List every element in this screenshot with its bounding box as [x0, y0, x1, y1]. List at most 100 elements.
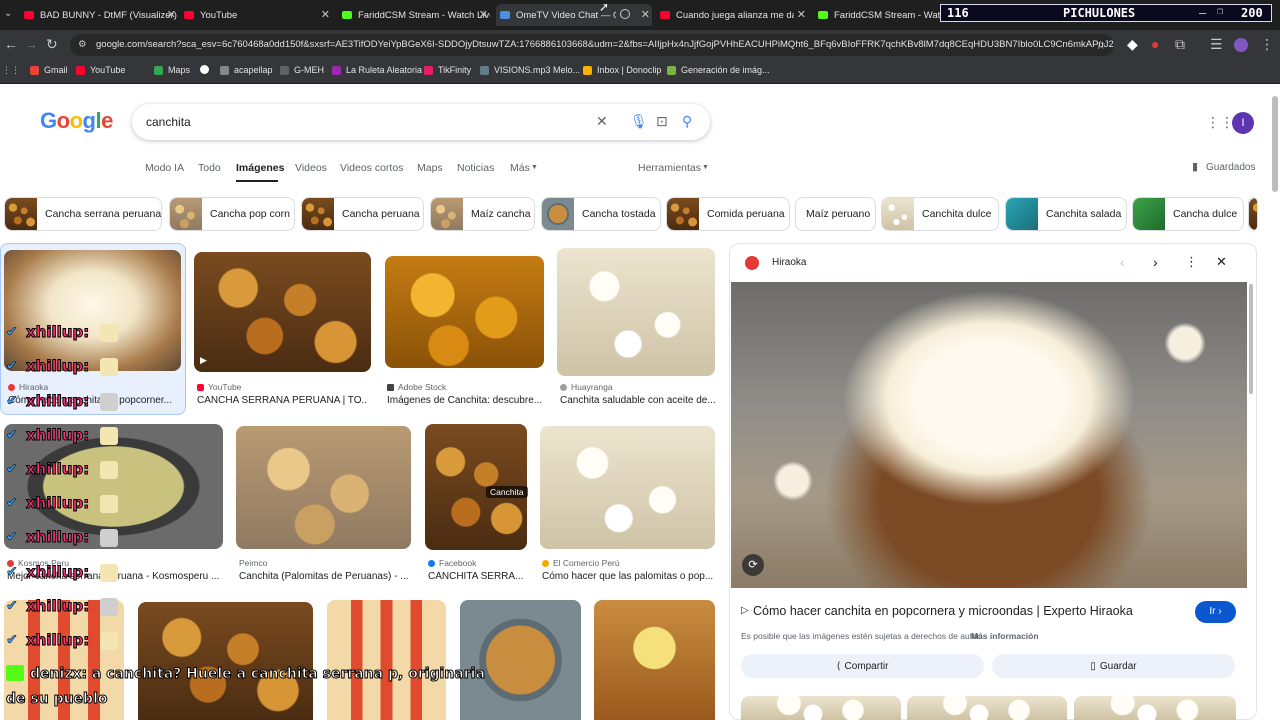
tools-button[interactable]: Herramientas: [638, 162, 701, 174]
bookmark-donoclip[interactable]: Inbox | Donoclip: [583, 65, 661, 75]
tab-todo[interactable]: Todo: [198, 162, 221, 174]
bookmark-visions[interactable]: VISIONS.mp3 Melo...: [480, 65, 580, 75]
visit-button[interactable]: Ir ›: [1195, 601, 1236, 623]
result-image[interactable]: [594, 600, 715, 720]
saved-button[interactable]: Guardados: [1206, 162, 1255, 173]
lens-icon[interactable]: ⊡: [656, 113, 668, 130]
result-image[interactable]: [460, 600, 581, 720]
save-button[interactable]: ▯ Guardar: [992, 654, 1235, 678]
tab-noticias[interactable]: Noticias: [457, 162, 494, 174]
tab-imagenes[interactable]: Imágenes: [236, 162, 284, 174]
result-image[interactable]: [4, 250, 181, 371]
menu-kebab-icon[interactable]: ⋮: [1260, 36, 1274, 53]
close-icon[interactable]: ✕: [797, 8, 806, 21]
apps-grid-icon[interactable]: ⋮⋮: [2, 65, 20, 76]
tab-videos[interactable]: Videos: [295, 162, 327, 174]
chip-canchita-dulce[interactable]: Canchita dulce: [881, 197, 999, 231]
reload-icon[interactable]: ↻: [46, 36, 58, 53]
close-icon[interactable]: ✕: [167, 8, 176, 21]
chip-canchita-salada[interactable]: Canchita salada: [1005, 197, 1127, 231]
result-source: Hiraoka: [8, 382, 48, 392]
account-avatar[interactable]: I: [1232, 112, 1254, 134]
tab-alianza[interactable]: Cuando juega alianza me da pla ✕: [656, 4, 808, 26]
bookmark-acapellap[interactable]: acapellap: [220, 65, 273, 75]
result-image[interactable]: [385, 256, 544, 368]
result-title[interactable]: Cómo hacer que las palomitas o pop...: [542, 571, 714, 582]
result-image[interactable]: [194, 252, 371, 372]
tab-ometv[interactable]: OmeTV Video Chat — Omegle ✕: [496, 4, 652, 26]
related-image[interactable]: [907, 696, 1067, 720]
bookmark-tikfinity[interactable]: TikFinity: [424, 65, 471, 75]
prev-icon[interactable]: ‹: [1120, 254, 1125, 270]
profile-avatar[interactable]: [1234, 38, 1248, 52]
panel-title[interactable]: Cómo hacer canchita en popcornera y micr…: [753, 604, 1133, 618]
chip-cancha-dulce[interactable]: Cancha dulce: [1132, 197, 1244, 231]
tab-mas[interactable]: Más: [510, 162, 530, 174]
search-input[interactable]: canchita: [146, 115, 191, 129]
result-title[interactable]: CANCHITA SERRA...: [428, 571, 526, 582]
close-icon[interactable]: ✕: [479, 8, 488, 21]
voice-search-icon[interactable]: 🎙: [630, 113, 648, 130]
result-image[interactable]: [557, 248, 715, 376]
result-image[interactable]: [138, 602, 313, 720]
result-title[interactable]: Canchita (Palomitas de Peruanas) - ...: [239, 571, 409, 582]
tab-modo-ia[interactable]: Modo IA: [145, 162, 184, 174]
related-image[interactable]: [1074, 696, 1236, 720]
result-image[interactable]: [327, 600, 446, 720]
search-icon[interactable]: ⚲: [682, 113, 692, 130]
chip-cancha-tostada[interactable]: Cancha tostada: [541, 197, 661, 231]
tab-videos-cortos[interactable]: Videos cortos: [340, 162, 403, 174]
close-icon[interactable]: ✕: [321, 8, 330, 21]
address-bar[interactable]: ⚙ google.com/search?sca_esv=6c760468a0dd…: [70, 34, 1114, 56]
extensions-puzzle-icon[interactable]: ⧉: [1175, 36, 1185, 53]
google-logo[interactable]: Google: [40, 108, 113, 134]
page-scrollbar[interactable]: [1272, 96, 1278, 192]
media-controls-icon[interactable]: ☰: [1210, 36, 1223, 53]
search-box[interactable]: canchita ✕ 🎙 ⊡ ⚲: [132, 104, 710, 140]
chip-maiz-peruano[interactable]: Maíz peruano: [795, 197, 876, 231]
back-icon[interactable]: ←: [4, 36, 18, 52]
tab-search-icon[interactable]: ⌄: [4, 8, 12, 19]
bookmark-gmeh[interactable]: G-MEH: [280, 65, 324, 75]
tab-fariddcsm-stream[interactable]: FariddCSM Stream - Watch Live ✕: [338, 4, 490, 26]
bookmark-image-gen[interactable]: Generación de imág...: [667, 65, 770, 75]
bookmark-star-icon[interactable]: ☆: [1095, 34, 1106, 56]
chip-maiz-cancha[interactable]: Maíz cancha: [430, 197, 535, 231]
chip-next[interactable]: [1248, 197, 1258, 231]
tab-bad-bunny[interactable]: BAD BUNNY - DtMF (Visualizer) ✕: [20, 4, 178, 26]
extension-red-icon[interactable]: ●: [1151, 36, 1159, 52]
tab-maps[interactable]: Maps: [417, 162, 443, 174]
chip-cancha-serrana[interactable]: Cancha serrana peruana: [4, 197, 162, 231]
clear-icon[interactable]: ✕: [596, 113, 608, 130]
share-button[interactable]: ⟨ Compartir: [741, 654, 984, 678]
chip-comida-peruana[interactable]: Comida peruana: [666, 197, 790, 231]
extension-diamond-icon[interactable]: ◆: [1127, 36, 1138, 53]
close-icon[interactable]: ✕: [1216, 254, 1227, 270]
close-icon[interactable]: ✕: [641, 8, 650, 21]
more-info-link[interactable]: Más información: [971, 631, 1039, 641]
bookmark-youtube[interactable]: YouTube: [76, 65, 125, 75]
panel-scrollbar[interactable]: [1249, 284, 1253, 394]
more-options-icon[interactable]: ⋮: [1185, 254, 1198, 270]
panel-source[interactable]: Hiraoka: [772, 257, 806, 268]
bookmark-google[interactable]: [200, 65, 214, 74]
next-icon[interactable]: ›: [1153, 254, 1158, 270]
google-apps-icon[interactable]: ⋮⋮: [1206, 114, 1234, 131]
result-title[interactable]: Canchita saludable con aceite de...: [560, 395, 715, 406]
bookmark-gmail[interactable]: Gmail: [30, 65, 68, 75]
result-title[interactable]: Imágenes de Canchita: descubre...: [387, 395, 542, 406]
forward-icon[interactable]: →: [24, 36, 38, 52]
tab-fariddcsm-stream-2[interactable]: FariddCSM Stream - Watch Li: [814, 4, 940, 26]
result-image[interactable]: [540, 426, 715, 549]
chip-cancha-peruana[interactable]: Cancha peruana: [301, 197, 424, 231]
chip-cancha-pop-corn[interactable]: Cancha pop corn: [169, 197, 295, 231]
result-title[interactable]: CANCHA SERRANA PERUANA | TO...: [197, 395, 367, 406]
panel-image[interactable]: [731, 282, 1247, 588]
result-image[interactable]: [236, 426, 411, 549]
lens-search-icon[interactable]: ⟳: [742, 554, 764, 576]
site-info-icon[interactable]: ⚙: [78, 34, 87, 56]
bookmark-ruleta[interactable]: La Ruleta Aleatoria: [332, 65, 422, 75]
bookmark-maps[interactable]: Maps: [154, 65, 190, 75]
related-image[interactable]: [741, 696, 901, 720]
tab-youtube[interactable]: YouTube ✕: [180, 4, 332, 26]
